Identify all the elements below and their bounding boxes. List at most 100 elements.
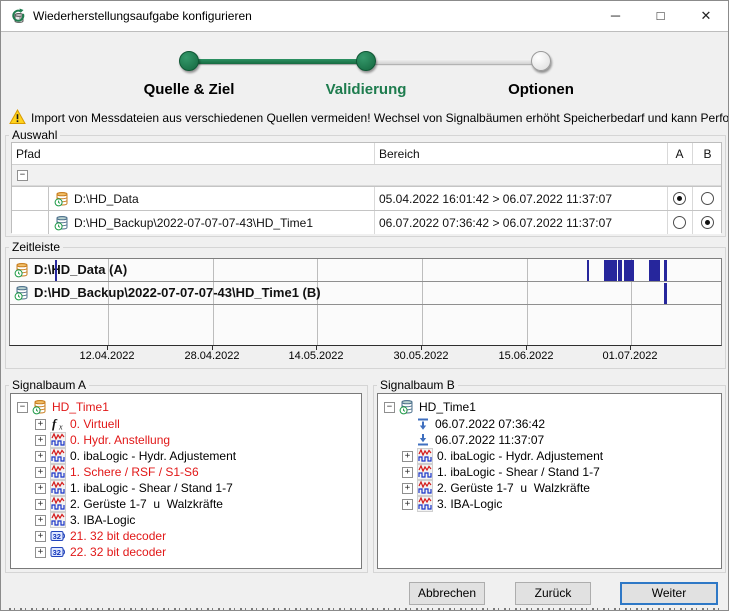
axis-tick-label: 14.05.2022 [271, 350, 361, 362]
close-icon[interactable]: ✕ [683, 1, 729, 31]
tree-root-item[interactable]: − HD_Time1 [378, 399, 719, 415]
tree-item-label: 3. IBA-Logic [70, 513, 135, 527]
tree-item[interactable]: 06.07.2022 07:36:42 [378, 416, 545, 432]
axis-tick-label: 15.06.2022 [481, 350, 571, 362]
tree-item-label: 0. ibaLogic - Hydr. Adjustement [70, 449, 236, 463]
wizard-step-dot-validation [356, 51, 376, 71]
expand-icon[interactable]: + [35, 435, 46, 446]
selection-group-label: Auswahl [9, 128, 60, 142]
expand-icon[interactable]: + [35, 419, 46, 430]
tree-root-item[interactable]: − HD_Time1 [11, 399, 359, 415]
back-button[interactable]: Zurück [515, 582, 591, 605]
collapse-icon[interactable]: − [17, 402, 28, 413]
timeline-row: D:\HD_Backup\2022-07-07-07-43\HD_Time1 (… [10, 282, 721, 305]
wave-icon [417, 448, 433, 464]
time-end-icon [415, 432, 431, 448]
expand-icon[interactable]: + [35, 499, 46, 510]
tree-item[interactable]: + 2. Gerüste 1-7 u Walzkräfte [378, 480, 590, 496]
expand-icon[interactable]: + [402, 467, 413, 478]
expand-icon[interactable]: + [35, 547, 46, 558]
tree-item[interactable]: + f x 0. Virtuell [11, 416, 120, 432]
expand-icon[interactable]: + [35, 451, 46, 462]
signal-tree-a[interactable]: − HD_Time1+ f x 0. Virtuell+ 0. Hydr. An… [10, 393, 362, 569]
tree-item-label: HD_Time1 [419, 400, 476, 414]
tree-item[interactable]: + 0. ibaLogic - Hydr. Adjustement [11, 448, 236, 464]
timeline-data-mark [587, 260, 589, 281]
hd-store-green-icon [54, 215, 70, 231]
maximize-icon[interactable]: □ [638, 1, 683, 31]
collapse-icon[interactable]: − [384, 402, 395, 413]
signal-tree-a-label: Signalbaum A [9, 378, 89, 392]
wizard-track-done [189, 59, 366, 64]
axis-tick-label: 01.07.2022 [585, 350, 675, 362]
expand-icon[interactable]: + [35, 531, 46, 542]
tree-item[interactable]: + 3. IBA-Logic [378, 496, 502, 512]
tree-item-label: 0. Hydr. Anstellung [70, 433, 170, 447]
timeline-data-mark [624, 260, 634, 281]
selection-table-row[interactable]: D:\HD_Data 05.04.2022 16:01:42 > 06.07.2… [12, 186, 721, 210]
selection-table-header: Pfad Bereich A B [12, 143, 721, 165]
selection-group-row: − [12, 165, 721, 186]
timeline-data-mark [604, 260, 617, 281]
tree-item[interactable]: + 32 22. 32 bit decoder [11, 544, 166, 560]
tree-item[interactable]: + 32 21. 32 bit decoder [11, 528, 166, 544]
row-range: 06.07.2022 07:36:42 > 06.07.2022 11:37:0… [379, 211, 612, 235]
radio-a[interactable] [673, 192, 686, 205]
restore-task-icon [10, 8, 27, 25]
tree-item[interactable]: 06.07.2022 11:37:07 [378, 432, 544, 448]
wave-icon [50, 512, 66, 528]
tree-item[interactable]: + 1. ibaLogic - Shear / Stand 1-7 [378, 464, 600, 480]
radio-b[interactable] [701, 216, 714, 229]
selection-table-row[interactable]: D:\HD_Backup\2022-07-07-07-43\HD_Time1 0… [12, 210, 721, 234]
tree-item[interactable]: + 2. Gerüste 1-7 u Walzkräfte [11, 496, 223, 512]
tree-item[interactable]: + 0. Hydr. Anstellung [11, 432, 170, 448]
column-header-a: A [667, 143, 692, 165]
wizard-step-dot-source [179, 51, 199, 71]
signal-tree-b-label: Signalbaum B [377, 378, 458, 392]
timeline-data-mark [55, 260, 57, 281]
collapse-icon[interactable]: − [17, 170, 28, 181]
timeline-row-label: D:\HD_Backup\2022-07-07-07-43\HD_Time1 (… [34, 282, 321, 304]
radio-a[interactable] [673, 216, 686, 229]
tree-item-label: 06.07.2022 07:36:42 [435, 417, 545, 431]
next-button[interactable]: Weiter [620, 582, 718, 605]
svg-text:x: x [58, 423, 63, 432]
expand-icon[interactable]: + [35, 467, 46, 478]
svg-text:32: 32 [53, 532, 61, 541]
tree-item[interactable]: + 0. ibaLogic - Hydr. Adjustement [378, 448, 603, 464]
wave-icon [50, 480, 66, 496]
svg-text:f: f [52, 416, 58, 431]
expand-icon[interactable]: + [35, 515, 46, 526]
hd-store-green-icon [14, 285, 30, 301]
radio-b[interactable] [701, 192, 714, 205]
axis-tick-label: 30.05.2022 [376, 350, 466, 362]
timeline-data-mark [649, 260, 660, 281]
column-header-pfad: Pfad [16, 143, 41, 165]
fx-icon: f x [50, 416, 66, 432]
expand-icon[interactable]: + [402, 499, 413, 510]
timeline-data-mark [618, 260, 622, 281]
tree-item[interactable]: + 1. ibaLogic - Shear / Stand 1-7 [11, 480, 233, 496]
minimize-icon[interactable]: ─ [593, 1, 638, 31]
row-path: D:\HD_Data [74, 187, 139, 211]
timeline-row-label: D:\HD_Data (A) [34, 259, 127, 281]
svg-text:32: 32 [53, 548, 61, 557]
expand-icon[interactable]: + [35, 483, 46, 494]
timeline-panel: D:\HD_Data (A) D:\HD_Backup\2022-07-07-0… [9, 258, 722, 346]
signal-tree-b[interactable]: − HD_Time1 06.07.2022 07:36:42 06.07.202… [377, 393, 722, 569]
tree-item-label: 0. Virtuell [70, 417, 120, 431]
cancel-button[interactable]: Abbrechen [409, 582, 485, 605]
warning-text: Import von Messdateien aus verschiedenen… [31, 111, 728, 125]
wave-icon [417, 496, 433, 512]
tree-item-label: HD_Time1 [52, 400, 109, 414]
column-header-bereich: Bereich [379, 143, 420, 165]
wizard-track-todo [366, 59, 541, 64]
tree-item[interactable]: + 3. IBA-Logic [11, 512, 135, 528]
wave-icon [50, 496, 66, 512]
expand-icon[interactable]: + [402, 451, 413, 462]
timeline-data-mark [664, 260, 667, 281]
expand-icon[interactable]: + [402, 483, 413, 494]
tree-item[interactable]: + 1. Schere / RSF / S1-S6 [11, 464, 199, 480]
tree-item-label: 21. 32 bit decoder [70, 529, 166, 543]
axis-tick-label: 12.04.2022 [62, 350, 152, 362]
